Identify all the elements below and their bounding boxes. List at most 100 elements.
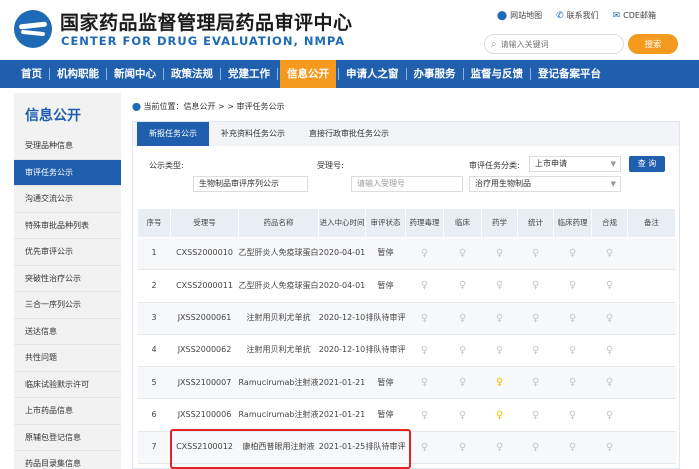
lightbulb-icon: ♀ <box>495 409 504 421</box>
lightbulb-icon: ♀ <box>568 441 577 453</box>
search-input[interactable] <box>500 39 611 49</box>
column-header: 药学 <box>481 208 518 238</box>
type-select[interactable]: 生物制品审评序列公示 <box>193 176 308 192</box>
cell-status-light: ♀ <box>517 237 554 271</box>
cell-status-light: ♀ <box>481 366 518 400</box>
column-header: 药理毒理 <box>405 208 444 238</box>
table-row[interactable]: 4 JXSS2000062 注射用贝利尤单抗 2020-12-10 排队待审评 ♀ ♀ ♀ ♀ ♀… <box>137 334 676 368</box>
lightbulb-icon: ♀ <box>605 248 614 260</box>
main-nav: 首页 机构职能 新闻中心 政策法规 党建工作 信息公开 申请人之窗 办事服务 监督与反馈 登记备案… <box>0 60 699 88</box>
cell-status-light: ♀ <box>591 366 628 400</box>
mail-link[interactable]: ✉ CDE邮箱 <box>613 10 656 21</box>
sidebar: 信息公开 受理品种信息 审评任务公示 沟通交流公示 特殊审批品种列表 优先审评公示 突破性… <box>14 93 121 469</box>
lightbulb-icon: ♀ <box>531 345 540 357</box>
cell-status-light: ♀ <box>405 334 444 368</box>
accept-label: 受理号: <box>317 161 344 170</box>
sidebar-item-3[interactable]: 特殊审批品种列表 <box>14 213 121 239</box>
search-button[interactable]: 搜索 <box>628 34 678 54</box>
tab-bar: 新报任务公示 补充资料任务公示 直接行政审批任务公示 <box>133 122 679 146</box>
cell-status: 排队待审评 <box>365 302 406 335</box>
category-select[interactable]: 上市申请 ▼ <box>529 156 621 172</box>
cell-status-light: ♀ <box>443 237 482 271</box>
table-row[interactable]: 2 CXSS2000011 乙型肝炎人免疫球蛋白 2020-04-01 暂停 ♀ ♀ ♀ ♀ ♀ ♀ <box>137 269 676 303</box>
nav-item-9[interactable]: 登记备案平台 <box>531 60 608 88</box>
nav-item-7[interactable]: 办事服务 <box>407 60 463 88</box>
table-row[interactable]: 1 CXSS2000010 乙型肝炎人免疫球蛋白 2020-04-01 暂停 ♀ ♀ ♀ ♀ ♀ ♀ <box>137 237 676 271</box>
cell-status-light: ♀ <box>591 398 628 432</box>
table-body: 1 CXSS2000010 乙型肝炎人免疫球蛋白 2020-04-01 暂停 ♀ ♀ ♀ ♀ ♀ ♀… <box>137 237 676 465</box>
cde-logo-icon[interactable] <box>14 10 52 48</box>
cell-status-light: ♀ <box>591 334 628 368</box>
cell-status-light: ♀ <box>481 302 518 335</box>
lightbulb-icon: ♀ <box>495 345 504 357</box>
cell-accept: CXSS2100012 <box>170 431 239 465</box>
lightbulb-icon: ♀ <box>568 248 577 260</box>
sidebar-item-1[interactable]: 审评任务公示 <box>14 159 121 186</box>
sidebar-item-2[interactable]: 沟通交流公示 <box>14 186 121 213</box>
accept-input[interactable]: 请输入受理号 <box>351 176 463 192</box>
category2-select[interactable]: 治疗用生物制品 ▼ <box>469 176 621 192</box>
cell-time: 2020-12-10 <box>318 334 366 368</box>
nav-item-3[interactable]: 政策法规 <box>164 60 220 88</box>
sitemap-link[interactable]: ⬤ 网站地图 <box>497 10 542 21</box>
sidebar-item-0[interactable]: 受理品种信息 <box>14 133 121 160</box>
table-row[interactable]: 7 CXSS2100012 康柏西普眼用注射液 2021-01-25 排队待审评 ♀ ♀ ♀ ♀… <box>137 431 676 465</box>
phone-icon: ✆ <box>556 10 564 21</box>
lightbulb-icon: ♀ <box>495 280 504 292</box>
query-button[interactable]: 查 询 <box>629 156 665 172</box>
cell-status-light: ♀ <box>553 334 592 368</box>
location-pin-icon: ⬤ <box>497 10 508 21</box>
search-icon: ⌕ <box>491 38 497 50</box>
cell-accept: CXSS2000010 <box>170 237 239 271</box>
table-row[interactable]: 3 JXSS2000061 注射用贝利尤单抗 2020-12-10 排队待审评 ♀ ♀ ♀ ♀ ♀… <box>137 302 676 335</box>
sidebar-item-6[interactable]: 三合一序列公示 <box>14 292 121 319</box>
cell-accept: JXSS2100007 <box>170 366 239 400</box>
cell-status-light: ♀ <box>591 431 628 465</box>
lightbulb-icon: ♀ <box>458 409 467 421</box>
cell-status-light: ♀ <box>591 269 628 303</box>
nav-item-6[interactable]: 申请人之窗 <box>339 60 406 88</box>
nav-item-0[interactable]: 首页 <box>14 60 49 88</box>
tab-1[interactable]: 补充资料任务公示 <box>209 122 297 146</box>
cell-remark <box>627 334 676 368</box>
cell-time: 2021-01-21 <box>318 366 366 400</box>
lightbulb-icon: ♀ <box>531 248 540 260</box>
tab-2[interactable]: 直接行政审批任务公示 <box>297 122 401 146</box>
sidebar-item-11[interactable]: 原辅包登记信息 <box>14 425 121 451</box>
cell-status-light: ♀ <box>443 334 482 368</box>
top-links: ⬤ 网站地图 ✆ 联系我们 ✉ CDE邮箱 <box>497 10 656 21</box>
sidebar-item-9[interactable]: 临床试验默示许可 <box>14 372 121 398</box>
cell-no: 5 <box>137 366 171 400</box>
nav-item-2[interactable]: 新闻中心 <box>107 60 163 88</box>
table-row[interactable]: 6 JXSS2100006 Ramucirumab注射液 2021-01-21 暂停 ♀ ♀… <box>137 398 676 432</box>
cell-no: 7 <box>137 431 171 465</box>
tab-0[interactable]: 新报任务公示 <box>137 122 209 146</box>
cell-remark <box>627 366 676 400</box>
lightbulb-icon: ♀ <box>420 280 429 292</box>
table-row[interactable]: 5 JXSS2100007 Ramucirumab注射液 2021-01-21 暂停 ♀ ♀… <box>137 366 676 400</box>
sidebar-title: 信息公开 <box>25 108 81 124</box>
nav-item-4[interactable]: 党建工作 <box>221 60 277 88</box>
contact-link[interactable]: ✆ 联系我们 <box>556 10 599 21</box>
lightbulb-icon: ♀ <box>531 280 540 292</box>
nav-item-8[interactable]: 监督与反馈 <box>464 60 531 88</box>
sidebar-item-8[interactable]: 共性问题 <box>14 345 121 372</box>
filter-bar: 公示类型: 生物制品审评序列公示 受理号: 请输入受理号 审评任务分类: 上市申… <box>133 146 679 196</box>
nav-item-5[interactable]: 信息公开 <box>280 60 336 88</box>
sidebar-item-12[interactable]: 药品目录集信息 <box>14 451 121 469</box>
cell-status-light: ♀ <box>405 237 444 271</box>
cell-status-light: ♀ <box>553 237 592 271</box>
sidebar-item-4[interactable]: 优先审评公示 <box>14 239 121 266</box>
cell-no: 2 <box>137 269 171 303</box>
nav-item-1[interactable]: 机构职能 <box>50 60 106 88</box>
lightbulb-icon: ♀ <box>568 377 577 389</box>
sidebar-item-10[interactable]: 上市药品信息 <box>14 398 121 425</box>
lightbulb-icon: ♀ <box>458 377 467 389</box>
sidebar-item-7[interactable]: 送达信息 <box>14 319 121 345</box>
cell-accept: JXSS2100006 <box>170 398 239 432</box>
cell-status-light: ♀ <box>517 398 554 432</box>
column-header: 临床 <box>443 208 482 238</box>
cell-remark <box>627 398 676 432</box>
sidebar-item-5[interactable]: 突破性治疗公示 <box>14 266 121 292</box>
cell-status-light: ♀ <box>591 302 628 335</box>
